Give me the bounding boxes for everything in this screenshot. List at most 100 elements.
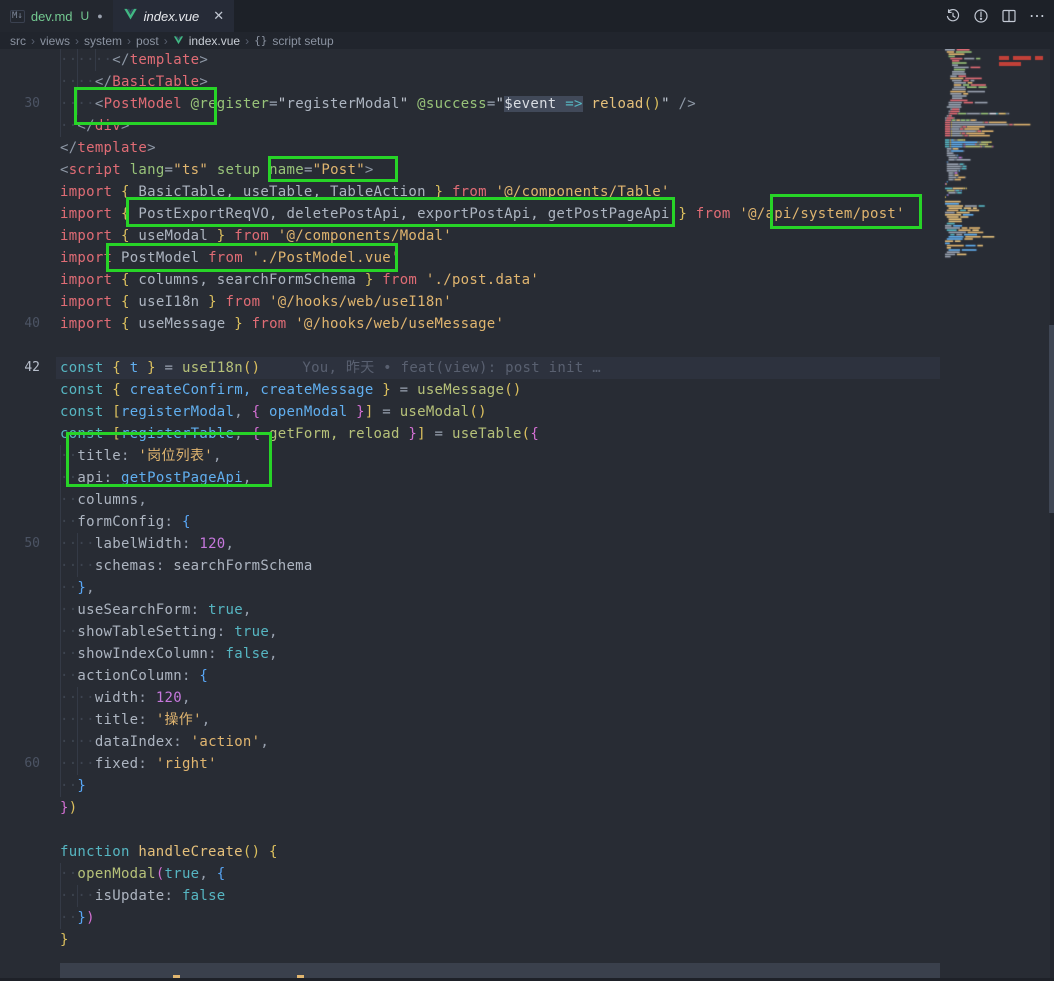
- breadcrumb-item-src[interactable]: src: [10, 34, 26, 48]
- tab-dev-md[interactable]: M↓ dev.md U ●: [0, 0, 113, 32]
- code-line[interactable]: ····title: '操作',: [60, 709, 211, 731]
- breadcrumb-item-post[interactable]: post: [136, 34, 159, 48]
- annotation-box: [74, 87, 217, 125]
- code-line[interactable]: function handleCreate() {: [60, 841, 278, 863]
- code-line[interactable]: ··columns,: [60, 489, 147, 511]
- code-line[interactable]: ··}): [60, 907, 95, 929]
- code-line[interactable]: ····labelWidth: 120,: [60, 533, 234, 555]
- gutter-line-number: [0, 269, 40, 291]
- code-line[interactable]: ····dataIndex: 'action',: [60, 731, 269, 753]
- minimap[interactable]: [943, 49, 1053, 981]
- gutter-line-number: [0, 907, 40, 929]
- chevron-right-icon: ›: [31, 34, 35, 48]
- breadcrumb: src › views › system › post › index.vue …: [0, 32, 1054, 49]
- gutter-line-number: [0, 203, 40, 225]
- gutter-line-number: [0, 731, 40, 753]
- tab-label: index.vue: [144, 9, 200, 24]
- code-line[interactable]: import { columns, searchFormSchema } fro…: [60, 269, 539, 291]
- code-editor[interactable]: ······</template>····</BasicTable>30····…: [0, 49, 1054, 981]
- gutter-line-number: [0, 379, 40, 401]
- gutter-line-number: [0, 335, 40, 357]
- code-line[interactable]: ····width: 120,: [60, 687, 191, 709]
- source-control-graph-icon[interactable]: [973, 8, 989, 24]
- gutter-line-number: 60: [0, 753, 40, 775]
- editor-actions: ⋯: [945, 0, 1046, 32]
- code-line[interactable]: </template>: [60, 137, 156, 159]
- gutter-line-number: [0, 511, 40, 533]
- gutter-line-number: 30: [0, 93, 40, 115]
- code-line[interactable]: ··}: [60, 775, 86, 797]
- gutter-line-number: [0, 71, 40, 93]
- code-line[interactable]: const { createConfirm, createMessage } =…: [60, 379, 522, 401]
- code-line[interactable]: ····schemas: searchFormSchema: [60, 555, 313, 577]
- code-line[interactable]: ······</template>: [60, 49, 208, 71]
- chevron-right-icon: ›: [127, 34, 131, 48]
- breadcrumb-item-views[interactable]: views: [40, 34, 70, 48]
- annotation-box: [66, 432, 272, 487]
- tab-label: dev.md: [31, 9, 73, 24]
- split-editor-icon[interactable]: [1001, 8, 1017, 24]
- gutter-line-number: [0, 115, 40, 137]
- gutter-line-number: [0, 709, 40, 731]
- code-line[interactable]: ··formConfig: {: [60, 511, 191, 533]
- chevron-right-icon: ›: [245, 34, 249, 48]
- gutter-line-number: [0, 885, 40, 907]
- scrollbar-thumb[interactable]: [1049, 325, 1054, 513]
- chevron-right-icon: ›: [164, 34, 168, 48]
- gutter-line-number: [0, 577, 40, 599]
- breadcrumb-item-symbol[interactable]: script setup: [272, 34, 333, 48]
- partial-next-line: [60, 963, 940, 978]
- more-actions-icon[interactable]: ⋯: [1029, 6, 1046, 26]
- breadcrumb-item-file[interactable]: index.vue: [189, 34, 240, 48]
- gutter-line-number: [0, 445, 40, 467]
- gutter-line-number: [0, 863, 40, 885]
- code-line[interactable]: ····fixed: 'right': [60, 753, 217, 775]
- code-line[interactable]: }: [60, 929, 69, 951]
- chevron-right-icon: ›: [75, 34, 79, 48]
- annotation-box: [126, 197, 675, 227]
- gutter-line-number: [0, 841, 40, 863]
- tab-index-vue[interactable]: index.vue ✕: [113, 0, 235, 32]
- gutter-line-number: [0, 423, 40, 445]
- code-line[interactable]: ··},: [60, 577, 95, 599]
- history-icon[interactable]: [945, 8, 961, 24]
- modified-dot-icon[interactable]: ●: [97, 11, 102, 21]
- code-line[interactable]: const [registerModal, { openModal }] = u…: [60, 401, 487, 423]
- gutter-line-number: 50: [0, 533, 40, 555]
- scrollbar-track[interactable]: [1050, 49, 1054, 981]
- gutter-line-number: [0, 621, 40, 643]
- code-line[interactable]: ··openModal(true, {: [60, 863, 226, 885]
- code-line[interactable]: ····isUpdate: false: [60, 885, 225, 907]
- gutter-line-number: [0, 181, 40, 203]
- vue-icon: [173, 35, 184, 46]
- code-line[interactable]: ··useSearchForm: true,: [60, 599, 252, 621]
- gutter-line-number: [0, 489, 40, 511]
- gutter-line-number: 40: [0, 313, 40, 335]
- code-line[interactable]: ··showTableSetting: true,: [60, 621, 278, 643]
- gutter-line-number: [0, 225, 40, 247]
- gutter-line-number: [0, 137, 40, 159]
- git-status-badge: U: [81, 9, 90, 23]
- vue-icon: [123, 7, 138, 25]
- code-line[interactable]: ··showIndexColumn: false,: [60, 643, 278, 665]
- gutter-line-number: [0, 49, 40, 71]
- annotation-box: [770, 194, 922, 229]
- gutter-line-number: [0, 555, 40, 577]
- code-line[interactable]: ··actionColumn: {: [60, 665, 208, 687]
- gutter-line-number: [0, 797, 40, 819]
- gutter-line-number: 42: [0, 357, 40, 379]
- breadcrumb-item-system[interactable]: system: [84, 34, 122, 48]
- close-icon[interactable]: ✕: [213, 8, 224, 24]
- gutter-line-number: [0, 467, 40, 489]
- vscode-window: M↓ dev.md U ● index.vue ✕: [0, 0, 1054, 981]
- code-line[interactable]: const { t } = useI18n()You, 昨天 • feat(vi…: [60, 357, 601, 379]
- gutter-line-number: [0, 401, 40, 423]
- gutter-line-number: [0, 159, 40, 181]
- code-line[interactable]: import { useI18n } from '@/hooks/web/use…: [60, 291, 452, 313]
- gutter-line-number: [0, 643, 40, 665]
- gutter-line-number: [0, 247, 40, 269]
- code-line[interactable]: }): [60, 797, 77, 819]
- gutter-line-number: [0, 819, 40, 841]
- code-line[interactable]: import { useMessage } from '@/hooks/web/…: [60, 313, 504, 335]
- gutter-line-number: [0, 665, 40, 687]
